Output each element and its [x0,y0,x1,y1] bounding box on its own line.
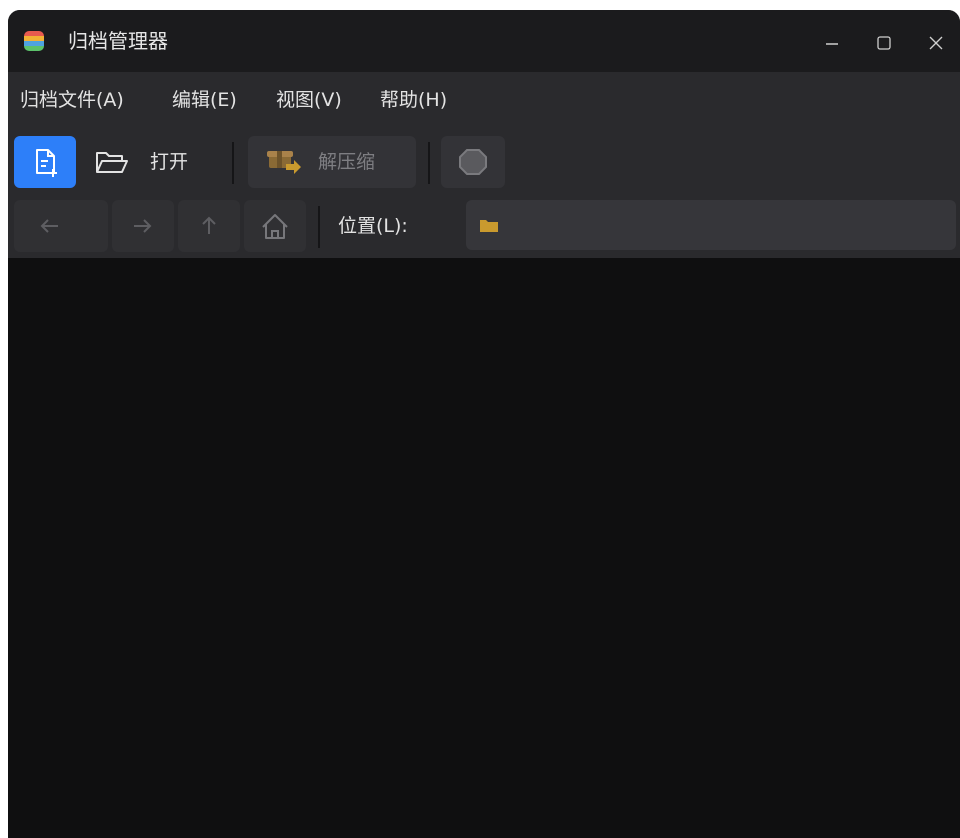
extract-box-icon [267,151,301,174]
archive-content-area[interactable] [8,258,960,838]
menu-archive[interactable]: 归档文件(A) [20,72,124,128]
location-label: 位置(L): [338,215,408,237]
home-button[interactable] [244,200,306,252]
minimize-button[interactable] [806,10,858,72]
arrow-right-icon [134,219,152,233]
back-button[interactable] [14,200,108,252]
location-input[interactable] [508,200,938,250]
menu-view[interactable]: 视图(V) [276,72,342,128]
close-icon [929,36,943,49]
toolbar-separator [428,142,430,184]
window-title: 归档管理器 [68,29,168,53]
location-separator [318,206,320,248]
new-archive-icon [36,149,57,177]
home-icon [262,214,288,239]
folder-open-icon [96,152,128,173]
open-button[interactable]: 打开 [86,136,214,188]
menu-help[interactable]: 帮助(H) [380,72,447,128]
folder-icon [480,220,498,232]
close-button[interactable] [910,10,960,72]
extract-button[interactable]: 解压缩 [248,136,416,188]
toolbar-separator [232,142,234,184]
title-bar[interactable]: 归档管理器 [8,10,960,72]
forward-button[interactable] [112,200,174,252]
main-toolbar: 打开 解压缩 [8,128,960,198]
archive-manager-icon [24,31,44,51]
extract-label: 解压缩 [318,151,376,173]
archive-manager-window: 归档管理器 归档文件(A) 编辑(E) 视图(V) 帮助(H) 打开 解压缩 位… [8,10,960,838]
menu-edit[interactable]: 编辑(E) [172,72,237,128]
location-bar: 位置(L): [8,198,960,258]
maximize-button[interactable] [858,10,910,72]
arrow-up-icon [202,216,216,234]
arrow-left-icon [40,219,58,233]
minimize-icon [826,42,838,45]
new-archive-button[interactable] [14,136,76,188]
maximize-icon [877,35,891,50]
stop-button[interactable] [441,136,505,188]
open-label: 打开 [150,151,189,173]
location-field[interactable] [466,200,956,250]
stop-icon [459,149,487,175]
menu-bar: 归档文件(A) 编辑(E) 视图(V) 帮助(H) [8,72,960,128]
up-button[interactable] [178,200,240,252]
